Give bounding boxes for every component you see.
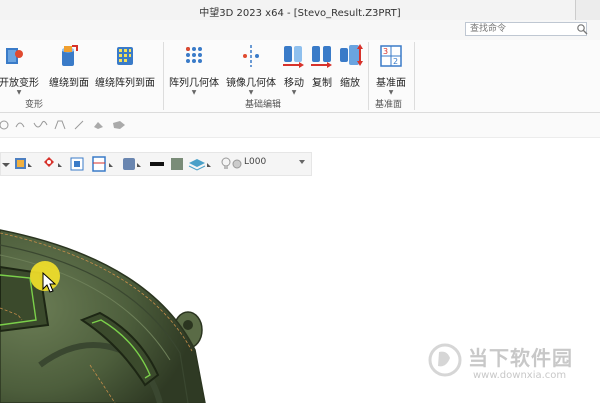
datum-plane-icon: 32 bbox=[372, 44, 410, 71]
sketch-toolbar bbox=[0, 113, 600, 138]
layer-manager-icon[interactable] bbox=[187, 153, 213, 175]
wrap-pattern-to-face-button[interactable]: 缠绕阵列到面 bbox=[94, 44, 156, 89]
layer-dropdown-icon[interactable] bbox=[298, 157, 306, 170]
mirror-geometry-label: 镜像几何体 bbox=[226, 78, 276, 89]
command-search-input[interactable] bbox=[465, 22, 587, 36]
watermark-url: www.downxia.com bbox=[473, 370, 567, 381]
wrap-pattern-to-face-icon bbox=[94, 44, 156, 71]
wrap-to-face-button[interactable]: 缠绕到面 bbox=[46, 44, 92, 89]
datum-plane-button[interactable]: 32 基准面 ▼ bbox=[372, 44, 410, 97]
group-divider bbox=[163, 42, 164, 110]
move-icon bbox=[280, 44, 308, 71]
dropdown-arrow-icon[interactable] bbox=[1, 153, 11, 175]
section-view-icon[interactable] bbox=[91, 153, 117, 175]
title-bar: 中望3D 2023 x64 - [Stevo_Result.Z3PRT] bbox=[0, 0, 600, 20]
title-bar-corner bbox=[575, 0, 600, 20]
scale-button[interactable]: 缩放 bbox=[336, 44, 364, 89]
open-deform-label: 开放变形 bbox=[0, 78, 39, 89]
group-label-deform: 变形 bbox=[25, 100, 44, 110]
copy-button[interactable]: 复制 bbox=[308, 44, 336, 89]
chevron-down-icon[interactable]: ▼ bbox=[0, 89, 44, 97]
chevron-down-icon[interactable]: ▼ bbox=[168, 89, 220, 97]
scale-icon bbox=[336, 44, 364, 71]
chevron-down-icon[interactable]: ▼ bbox=[224, 89, 278, 97]
svg-text:2: 2 bbox=[393, 57, 398, 66]
svg-text:3: 3 bbox=[383, 47, 388, 56]
move-label: 移动 bbox=[284, 78, 304, 89]
group-divider bbox=[414, 42, 415, 110]
copy-icon bbox=[308, 44, 336, 71]
face-color-icon[interactable] bbox=[169, 153, 185, 175]
scale-label: 缩放 bbox=[340, 78, 360, 89]
group-divider bbox=[368, 42, 369, 110]
pattern-geometry-button[interactable]: 阵列几何体 ▼ bbox=[168, 44, 220, 97]
display-style-icon[interactable] bbox=[121, 153, 145, 175]
group-label-basic-edit: 基础编辑 bbox=[245, 100, 282, 110]
window-title: 中望3D 2023 x64 - [Stevo_Result.Z3PRT] bbox=[199, 8, 401, 19]
mirror-geometry-button[interactable]: 镜像几何体 ▼ bbox=[224, 44, 278, 97]
pattern-geometry-label: 阵列几何体 bbox=[169, 78, 219, 89]
light-bulb-icon[interactable] bbox=[219, 153, 245, 175]
mirror-geometry-icon bbox=[224, 44, 278, 71]
search-icon[interactable] bbox=[576, 23, 588, 35]
datum-plane-label: 基准面 bbox=[376, 78, 406, 89]
chevron-down-icon[interactable]: ▼ bbox=[280, 89, 308, 97]
snap-icon[interactable] bbox=[41, 153, 65, 175]
wrap-to-face-icon bbox=[46, 44, 92, 71]
open-deform-icon bbox=[0, 44, 44, 71]
wrap-pattern-to-face-label: 缠绕阵列到面 bbox=[95, 78, 155, 89]
group-label-datum: 基准面 bbox=[375, 100, 403, 110]
sketch-tool-icons[interactable] bbox=[0, 113, 140, 137]
wrap-to-face-label: 缠绕到面 bbox=[49, 78, 89, 89]
layer-value[interactable]: L000 bbox=[244, 157, 266, 167]
move-button[interactable]: 移动 ▼ bbox=[280, 44, 308, 97]
view-fit-icon[interactable] bbox=[69, 153, 85, 175]
copy-label: 复制 bbox=[312, 78, 332, 89]
pattern-geometry-icon bbox=[168, 44, 220, 71]
open-deform-button[interactable]: 开放变形 ▼ bbox=[0, 44, 44, 97]
render-mode-icon[interactable] bbox=[13, 153, 35, 175]
watermark-title: 当下软件园 bbox=[468, 346, 573, 370]
chevron-down-icon[interactable]: ▼ bbox=[372, 89, 410, 97]
line-color-icon[interactable] bbox=[149, 153, 165, 175]
